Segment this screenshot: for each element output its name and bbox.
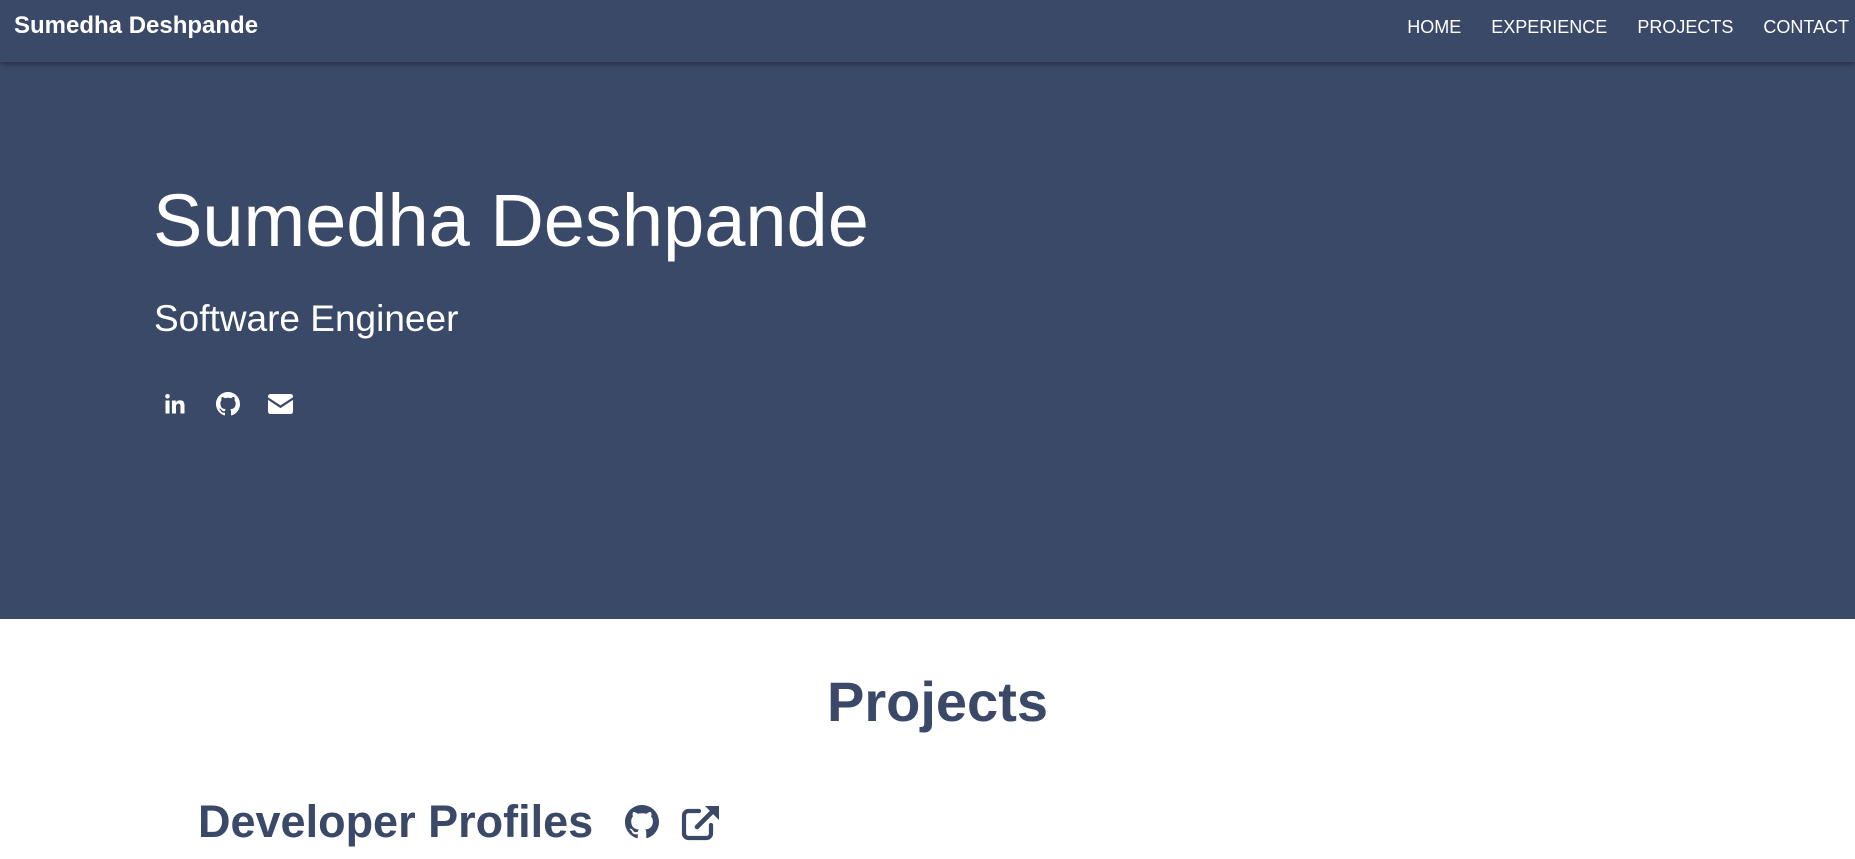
project-title: Developer Profiles <box>198 796 594 847</box>
external-link-icon[interactable] <box>680 803 722 841</box>
projects-heading: Projects <box>827 670 1048 733</box>
brand-link[interactable]: Sumedha Deshpande <box>14 12 258 40</box>
nav-link-experience[interactable]: EXPERIENCE <box>1491 16 1607 38</box>
hero-name: Sumedha Deshpande <box>153 179 869 262</box>
project-item: Developer Profiles <box>198 794 722 850</box>
hero-section: Sumedha Deshpande Software Engineer <box>0 0 1855 619</box>
hero-role: Software Engineer <box>154 298 459 339</box>
nav-link-contact[interactable]: CONTACT <box>1763 16 1849 38</box>
nav-link-projects[interactable]: PROJECTS <box>1637 16 1733 38</box>
nav-links: HOME EXPERIENCE PROJECTS CONTACT <box>1407 16 1855 38</box>
nav-link-home[interactable]: HOME <box>1407 16 1461 38</box>
linkedin-icon[interactable] <box>160 389 189 418</box>
github-icon[interactable] <box>624 805 659 840</box>
social-links <box>160 389 295 418</box>
github-icon[interactable] <box>213 389 242 418</box>
navbar: Sumedha Deshpande HOME EXPERIENCE PROJEC… <box>0 0 1855 62</box>
envelope-icon[interactable] <box>266 389 295 418</box>
